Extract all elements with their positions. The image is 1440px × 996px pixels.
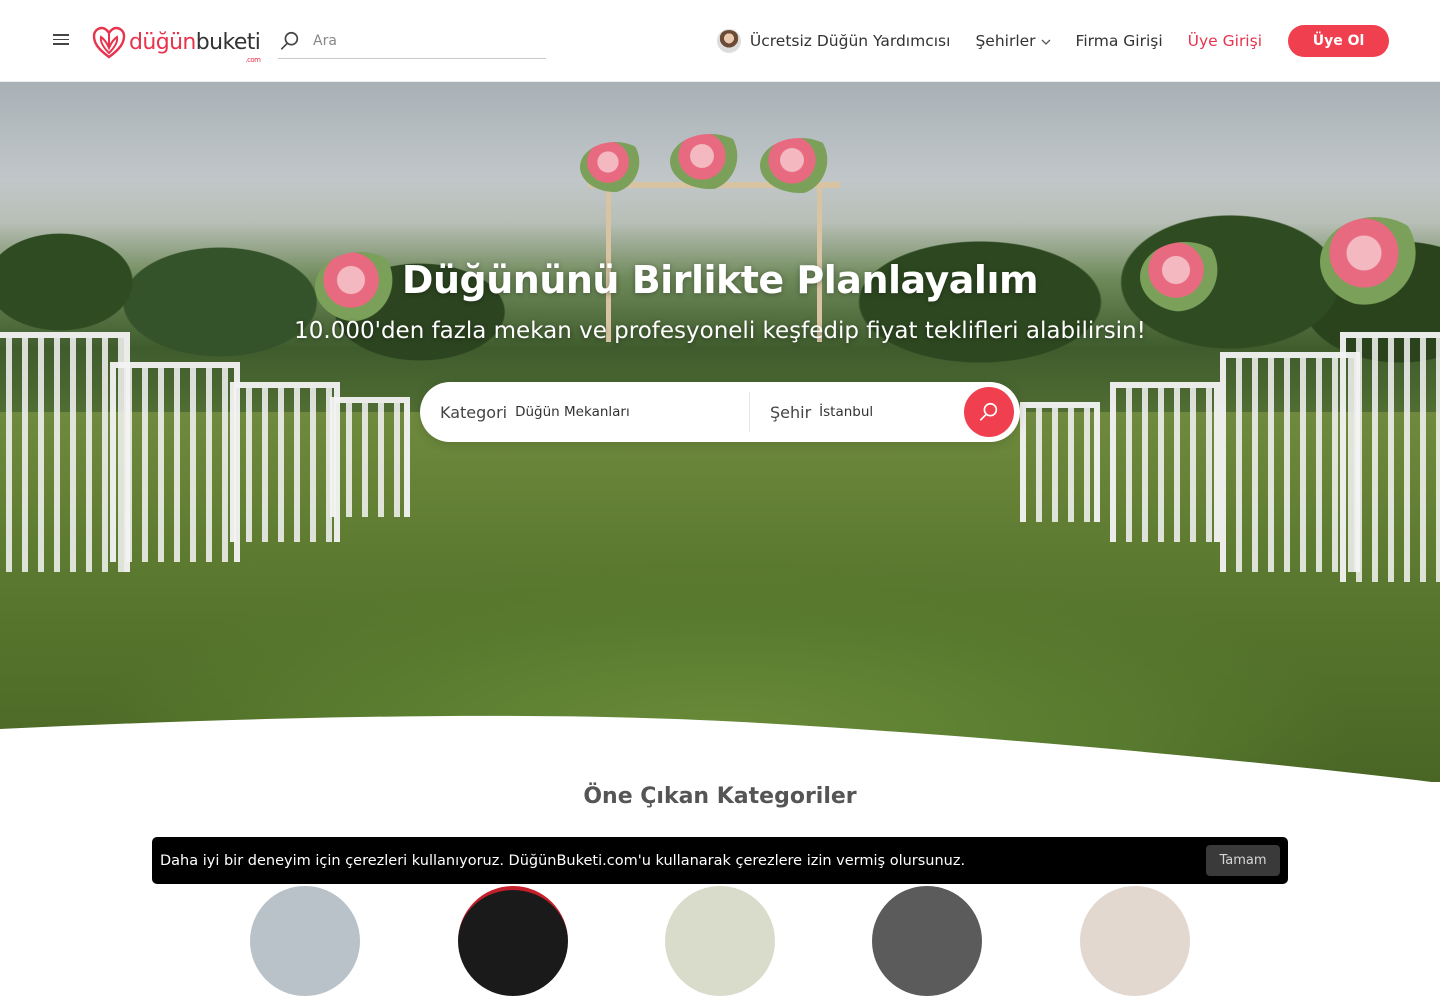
hero-section: Düğününü Birlikte Planlayalım 10.000'den… — [0, 82, 1440, 782]
signup-button[interactable]: Üye Ol — [1288, 25, 1389, 57]
category-label: Kategori — [440, 402, 508, 422]
hamburger-icon[interactable] — [50, 31, 72, 51]
hero-chair — [1020, 402, 1100, 522]
site-header: düğünbuketi .com Ücretsiz Düğün Yardımcı… — [0, 0, 1440, 82]
search-icon[interactable] — [279, 30, 301, 52]
city-value: İstanbul — [819, 404, 874, 420]
hero-wave-divider — [0, 715, 1440, 785]
hero-search-button[interactable] — [964, 387, 1014, 437]
city-label: Şehir — [770, 402, 812, 422]
search-icon — [979, 402, 998, 421]
hero-chair — [1340, 332, 1440, 582]
category-circle[interactable] — [665, 886, 775, 996]
nav-vendor-login[interactable]: Firma Girişi — [1076, 32, 1163, 50]
featured-categories-title: Öne Çıkan Kategoriler — [583, 784, 857, 809]
city-select[interactable]: Şehir İstanbul — [750, 382, 965, 442]
category-circle[interactable] — [250, 886, 360, 996]
hero-chair — [1110, 382, 1220, 542]
nav-cities-label: Şehirler — [975, 32, 1036, 50]
hero-flower — [580, 142, 650, 192]
nav-wedding-assistant[interactable]: Ücretsiz Düğün Yardımcısı — [716, 29, 951, 53]
hero-flower — [670, 134, 750, 189]
hero-chair — [330, 397, 410, 517]
cookie-banner: Daha iyi bir deneyim için çerezleri kull… — [152, 837, 1288, 884]
cookie-text: Daha iyi bir deneyim için çerezleri kull… — [160, 852, 966, 869]
main-nav: Ücretsiz Düğün Yardımcısı Şehirler Firma… — [716, 25, 1389, 57]
header-search — [278, 24, 546, 59]
search-input[interactable] — [313, 33, 533, 49]
category-circle[interactable] — [872, 886, 982, 996]
logo-text-part2: buketi — [195, 29, 261, 55]
heart-logo-icon — [92, 26, 126, 59]
nav-cities-dropdown[interactable]: Şehirler — [975, 32, 1050, 50]
hero-title: Düğününü Birlikte Planlayalım — [401, 258, 1039, 302]
category-circle[interactable] — [458, 886, 568, 996]
hero-subtitle: 10.000'den fazla mekan ve profesyoneli k… — [294, 318, 1146, 344]
nav-wedding-assistant-label: Ücretsiz Düğün Yardımcısı — [749, 32, 951, 50]
logo-text-part1: düğün — [129, 29, 196, 55]
hero-search-bar: Kategori Düğün Mekanları Şehir İstanbul — [420, 382, 1020, 442]
hero-flower — [760, 138, 840, 193]
site-logo[interactable]: düğünbuketi .com — [92, 22, 262, 64]
cookie-accept-button[interactable]: Tamam — [1206, 845, 1280, 876]
category-select[interactable]: Kategori Düğün Mekanları — [420, 392, 750, 432]
logo-suffix: .com — [245, 55, 261, 64]
hero-chair — [230, 382, 340, 542]
hero-background-arch — [588, 182, 840, 342]
hero-chair — [110, 362, 240, 562]
logo-text: düğünbuketi .com — [129, 29, 261, 64]
category-value: Düğün Mekanları — [515, 404, 630, 420]
hero-chair — [1220, 352, 1360, 572]
category-circle[interactable] — [1080, 886, 1190, 996]
chevron-down-icon — [1041, 39, 1050, 45]
avatar — [716, 29, 741, 53]
nav-member-login[interactable]: Üye Girişi — [1188, 32, 1262, 50]
